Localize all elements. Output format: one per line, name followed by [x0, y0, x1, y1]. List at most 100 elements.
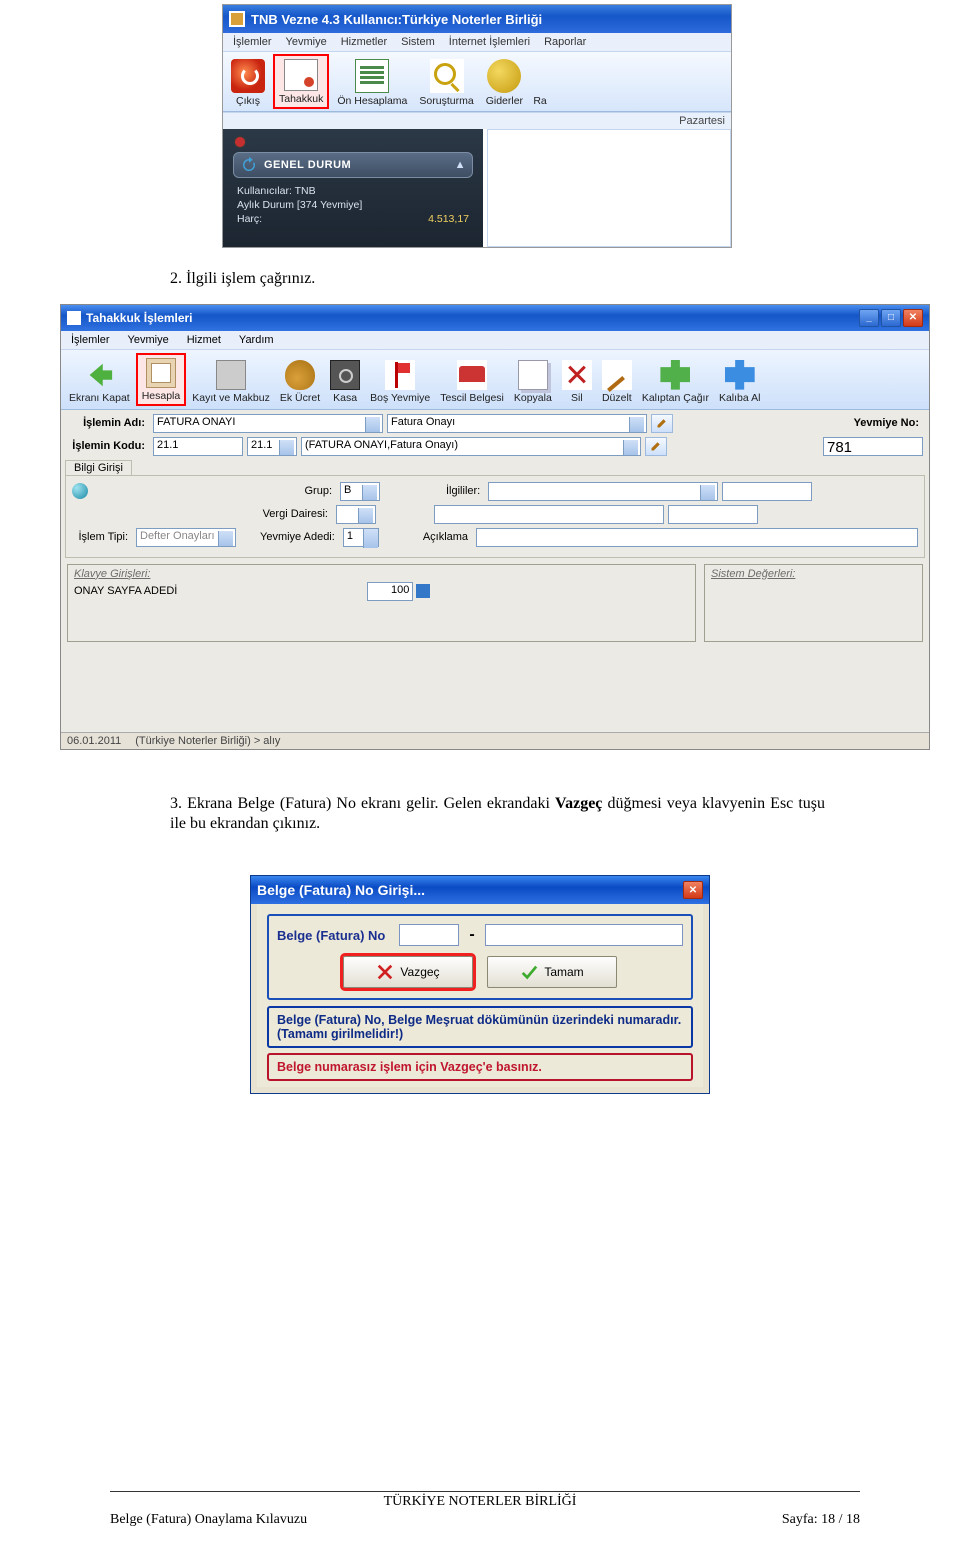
- toolbar-label: Ra: [533, 95, 546, 107]
- coins-icon: [487, 59, 521, 93]
- yevmiye-no-input[interactable]: 781: [823, 437, 923, 456]
- belge-no-label: Belge (Fatura) No: [277, 928, 385, 943]
- toolbar-kopyala-button[interactable]: Kopyala: [510, 353, 556, 406]
- menu-islemler[interactable]: İşlemler: [71, 334, 110, 346]
- document-seal-icon: [284, 59, 318, 91]
- toolbar-label: Ön Hesaplama: [337, 95, 407, 107]
- menu-hizmetler[interactable]: Hizmetler: [341, 36, 387, 48]
- maximize-button[interactable]: □: [881, 309, 901, 327]
- close-button[interactable]: ✕: [683, 881, 703, 899]
- list-number: 3.: [170, 795, 182, 812]
- toolbar-bos-yevmiye-button[interactable]: Boş Yevmiye: [366, 353, 434, 406]
- toolbar-label: Giderler: [486, 95, 523, 107]
- minimize-button[interactable]: _: [859, 309, 879, 327]
- button-label: Vazgeç: [400, 965, 439, 979]
- toolbar-on-hesaplama-button[interactable]: Ön Hesaplama: [333, 54, 411, 109]
- button-label: Tamam: [544, 965, 583, 979]
- belge-no-input-2[interactable]: [485, 924, 683, 946]
- toolbar-kaliptan-cagir-button[interactable]: Kalıptan Çağır: [638, 353, 713, 406]
- islem-adi-input[interactable]: FATURA ONAYI: [153, 414, 383, 433]
- cancel-button[interactable]: Vazgeç: [343, 956, 473, 988]
- toolbar-cropped-button[interactable]: Ra: [531, 54, 549, 109]
- menu-yevmiye[interactable]: Yevmiye: [128, 334, 169, 346]
- islem-adi-desc-input[interactable]: Fatura Onayı: [387, 414, 647, 433]
- panel-header[interactable]: GENEL DURUM ▲: [233, 152, 473, 178]
- yevmiye-adedi-label: Yevmiye Adedi:: [260, 531, 339, 543]
- belge-no-input-1[interactable]: [399, 924, 459, 946]
- menu-sistem[interactable]: Sistem: [401, 36, 435, 48]
- aciklama-label: Açıklama: [423, 531, 472, 543]
- calculator-icon: [146, 358, 176, 388]
- footer-left: Belge (Fatura) Onaylama Kılavuzu: [110, 1512, 307, 1528]
- toolbar-sorusturma-button[interactable]: Soruşturma: [415, 54, 477, 109]
- menu-islemler[interactable]: İşlemler: [233, 36, 272, 48]
- islem-kodu-desc[interactable]: (FATURA ONAYI,Fatura Onayı): [301, 437, 641, 456]
- toolbar-label: Tahakkuk: [279, 93, 323, 105]
- menu-internet-islemleri[interactable]: İnternet İşlemleri: [449, 36, 530, 48]
- edit-button[interactable]: [651, 414, 673, 433]
- footer-rule: [110, 1491, 860, 1492]
- form-icon: [355, 59, 389, 93]
- flag-icon: [385, 360, 415, 390]
- toolbar-kaliba-al-button[interactable]: Kalıba Al: [715, 353, 764, 406]
- toolbar-giderler-button[interactable]: Giderler: [482, 54, 527, 109]
- vergi-extra-input[interactable]: [434, 505, 664, 524]
- toolbar-kasa-button[interactable]: Kasa: [326, 353, 364, 406]
- disk-icon[interactable]: [416, 584, 430, 598]
- arrow-left-icon: [84, 360, 114, 390]
- vergi-dairesi-input[interactable]: [336, 505, 376, 524]
- islem-kodu-input[interactable]: 21.1: [153, 437, 243, 456]
- toolbar-ekrani-kapat-button[interactable]: Ekranı Kapat: [65, 353, 134, 406]
- ilgililer-extra[interactable]: [722, 482, 812, 501]
- toolbar-ek-ucret-button[interactable]: Ek Ücret: [276, 353, 324, 406]
- tab-bilgi-girisi[interactable]: Bilgi Girişi: [65, 460, 132, 475]
- instruction-bold: Vazgeç: [555, 795, 602, 812]
- car-icon: [457, 360, 487, 390]
- menu-yevmiye[interactable]: Yevmiye: [286, 36, 327, 48]
- window-title: TNB Vezne 4.3 Kullanıcı:Türkiye Noterler…: [251, 12, 542, 27]
- ilgililer-label: İlgililer:: [446, 485, 484, 497]
- toolbar-sil-button[interactable]: Sil: [558, 353, 596, 406]
- money-bag-icon: [285, 360, 315, 390]
- row-value-input[interactable]: 100: [367, 582, 413, 601]
- aciklama-input[interactable]: [476, 528, 918, 547]
- toolbar-hesapla-button[interactable]: Hesapla: [136, 353, 187, 406]
- row-label: ONAY SAYFA ADEDİ: [74, 585, 177, 597]
- klavye-girisleri-panel: Klavye Girişleri: ONAY SAYFA ADEDİ 100: [67, 564, 696, 642]
- edit-button[interactable]: [645, 437, 667, 456]
- x-icon: [376, 963, 394, 981]
- ilgililer-input[interactable]: [488, 482, 718, 501]
- vergi-extra2[interactable]: [668, 505, 758, 524]
- toolbar-duzelt-button[interactable]: Düzelt: [598, 353, 636, 406]
- dialog-titlebar: Belge (Fatura) No Girişi... ✕: [251, 876, 709, 904]
- toolbar-kayit-makbuz-button[interactable]: Kayıt ve Makbuz: [188, 353, 274, 406]
- status-bar: 06.01.2011 (Türkiye Noterler Birliği) > …: [61, 732, 929, 749]
- status-dot-icon: [235, 137, 245, 147]
- ok-button[interactable]: Tamam: [487, 956, 617, 988]
- toolbar-exit-button[interactable]: Çıkış: [227, 54, 269, 109]
- close-button[interactable]: ✕: [903, 309, 923, 327]
- panel-key: Harç:: [237, 213, 262, 225]
- footer-right: Sayfa: 18 / 18: [782, 1512, 860, 1528]
- islem-adi-label: İşlemin Adı:: [67, 417, 149, 429]
- grup-input[interactable]: B: [340, 482, 380, 501]
- screenshot-main-app: TNB Vezne 4.3 Kullanıcı:Türkiye Noterler…: [222, 4, 732, 248]
- menu-yardim[interactable]: Yardım: [239, 334, 274, 346]
- dialog-body: Belge (Fatura) No - Vazgeç Tamam B: [251, 904, 709, 1093]
- menu-raporlar[interactable]: Raporlar: [544, 36, 586, 48]
- toolbar-tescil-belgesi-button[interactable]: Tescil Belgesi: [436, 353, 508, 406]
- chevron-up-icon: ▲: [455, 159, 466, 171]
- sphere-icon: [72, 483, 88, 499]
- bilgi-girisi-section: Grup: B İlgililer: Vergi Dairesi: İşlem …: [65, 475, 925, 558]
- panel-title: GENEL DURUM: [264, 159, 351, 171]
- dash-separator: -: [469, 926, 474, 944]
- sistem-degerleri-panel: Sistem Değerleri:: [704, 564, 923, 642]
- dialog-title: Belge (Fatura) No Girişi...: [257, 882, 425, 898]
- toolbar-tahakkuk-button[interactable]: Tahakkuk: [273, 54, 329, 109]
- vergi-dairesi-label: Vergi Dairesi:: [252, 508, 332, 520]
- menu-hizmet[interactable]: Hizmet: [187, 334, 221, 346]
- power-icon: [231, 59, 265, 93]
- islem-tipi-input[interactable]: Defter Onayları: [136, 528, 236, 547]
- yevmiye-adedi-input[interactable]: 1: [343, 528, 379, 547]
- islem-kodu-combo[interactable]: 21.1: [247, 437, 297, 456]
